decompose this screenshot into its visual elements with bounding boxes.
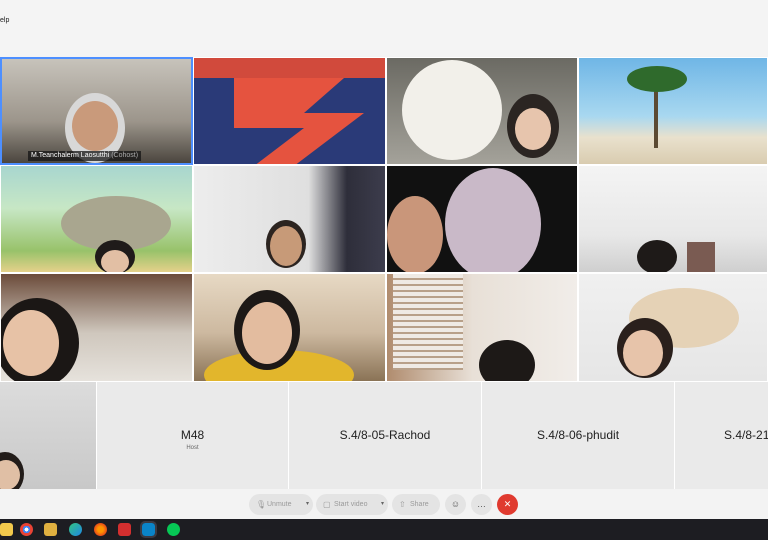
webex-icon[interactable] <box>140 521 157 538</box>
video-tile[interactable] <box>386 57 578 165</box>
file-manager-icon[interactable] <box>44 523 57 536</box>
name-tiles-row: M48 Host S.4/8-05-Rachod S.4/8-06-phudit… <box>0 382 768 489</box>
os-taskbar <box>0 519 768 540</box>
video-tile[interactable] <box>386 273 578 382</box>
participant-name: M48 <box>180 428 205 442</box>
dog-image <box>402 60 502 160</box>
chevron-down-icon[interactable]: ▾ <box>306 494 309 515</box>
video-tile[interactable] <box>386 165 578 273</box>
smiley-icon: ☺ <box>450 499 461 509</box>
participant-face <box>270 226 302 266</box>
close-icon: ✕ <box>503 499 512 509</box>
video-tile[interactable] <box>193 57 386 165</box>
name-tile[interactable]: S.4/8-21 <box>674 382 768 489</box>
start-video-button[interactable]: ▢ Start video ▾ <box>316 494 388 515</box>
participant-face <box>72 101 118 151</box>
name-tile-host[interactable]: M48 Host <box>96 382 288 489</box>
video-tile[interactable] <box>0 382 96 489</box>
share-button[interactable]: ⇧ Share <box>392 494 440 515</box>
participant-face <box>623 330 663 376</box>
meeting-controls: 🎙 Unmute ▾ ▢ Start video ▾ ⇧ Share ☺ … ✕ <box>0 489 768 519</box>
camera-icon: ▢ <box>323 500 331 509</box>
virtual-background-graphic <box>194 58 385 164</box>
participant-face <box>3 310 59 376</box>
unmute-button[interactable]: 🎙 Unmute ▾ <box>249 494 313 515</box>
participant-hair <box>637 240 677 272</box>
help-menu[interactable]: elp <box>0 17 9 24</box>
video-tile[interactable] <box>578 273 768 382</box>
leave-meeting-button[interactable]: ✕ <box>497 494 518 515</box>
edge-icon[interactable] <box>69 523 82 536</box>
window-blinds <box>393 274 463 370</box>
participant-role: Host <box>186 445 199 451</box>
participant-name: S.4/8-06-phudit <box>536 428 620 442</box>
participant-name-label: M.Teanchalerm Laosutthi (Cohost) <box>28 151 142 161</box>
pdf-icon[interactable] <box>118 523 131 536</box>
video-tile[interactable] <box>0 273 193 382</box>
file-explorer-icon[interactable] <box>0 523 13 536</box>
more-icon: … <box>477 499 486 509</box>
video-tile[interactable] <box>578 57 768 165</box>
participant-name: S.4/8-05-Rachod <box>339 428 431 442</box>
reactions-button[interactable]: ☺ <box>445 494 466 515</box>
participant-face <box>515 108 551 150</box>
participant-hair <box>479 340 535 381</box>
line-icon[interactable] <box>167 523 180 536</box>
participant-face <box>101 250 129 272</box>
meeting-window: elp M.Teanchalerm Laosutthi (Cohost) M48… <box>0 0 768 540</box>
video-tile[interactable] <box>193 273 386 382</box>
video-tile-cohost[interactable]: M.Teanchalerm Laosutthi (Cohost) <box>0 57 193 165</box>
curtain <box>687 242 715 272</box>
share-icon: ⇧ <box>399 500 406 509</box>
name-tile[interactable]: S.4/8-05-Rachod <box>288 382 481 489</box>
chevron-down-icon[interactable]: ▾ <box>381 494 384 515</box>
video-tile[interactable] <box>193 165 386 273</box>
participant-name: S.4/8-21 <box>724 428 768 442</box>
name-tile[interactable]: S.4/8-06-phudit <box>481 382 674 489</box>
video-grid: M.Teanchalerm Laosutthi (Cohost) <box>0 57 768 382</box>
video-tile[interactable] <box>578 165 768 273</box>
more-options-button[interactable]: … <box>471 494 492 515</box>
chrome-icon[interactable] <box>20 523 33 536</box>
participant-face <box>242 302 292 364</box>
firefox-icon[interactable] <box>94 523 107 536</box>
participant-face <box>387 196 443 272</box>
microphone-icon: 🎙 <box>256 500 267 509</box>
title-bar: elp <box>0 0 768 56</box>
palm-leaves <box>627 66 687 92</box>
animated-character <box>445 168 541 272</box>
video-tile[interactable] <box>0 165 193 273</box>
